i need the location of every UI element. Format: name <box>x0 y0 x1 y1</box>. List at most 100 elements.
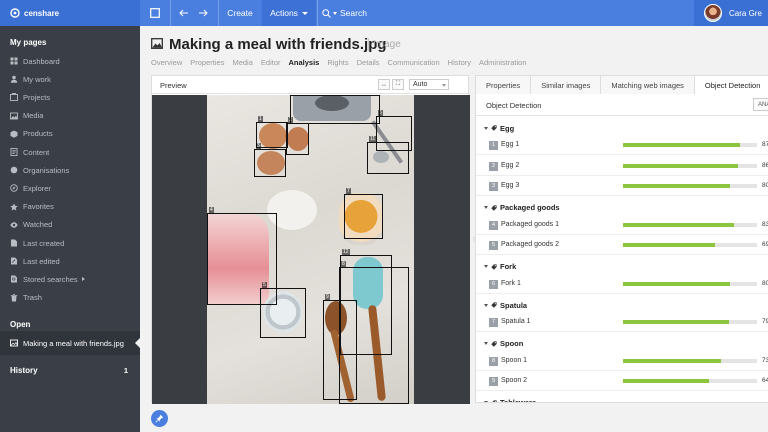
detection-row[interactable]: 6Fork 1 80 <box>476 274 768 294</box>
detection-group[interactable]: Spatula <box>484 299 527 311</box>
detection-box[interactable]: 5 <box>260 282 306 338</box>
sidebar-item-media[interactable]: Media <box>10 110 43 122</box>
detection-box[interactable]: 2 <box>286 117 309 155</box>
sidebar-item-content[interactable]: Content <box>10 146 49 158</box>
detection-row[interactable]: 8Spoon 1 73 <box>476 351 768 371</box>
sidebar-item-stored-searches[interactable]: Stored searches <box>10 273 85 285</box>
detection-box-label: 5 <box>262 282 267 288</box>
subnav-details[interactable]: Details <box>357 58 380 67</box>
subnav-analysis[interactable]: Analysis <box>288 58 319 67</box>
page-title: Making a meal with friends.jpg <box>169 36 387 53</box>
confidence-bar <box>623 243 757 247</box>
detection-row[interactable]: 3Egg 3 80 <box>476 176 768 196</box>
sidebar-open-item-label[interactable]: Making a meal with friends.jpg <box>10 337 124 349</box>
subnav-properties[interactable]: Properties <box>190 58 224 67</box>
detection-row[interactable]: 1Egg 1 87 <box>476 135 768 155</box>
sidebar-item-favorites[interactable]: Favorites <box>10 201 54 213</box>
detection-box-label: 7 <box>346 188 351 194</box>
confidence-value: 83 <box>762 220 768 228</box>
eye-icon <box>10 221 18 229</box>
confidence-fill <box>623 143 740 147</box>
subnav-media[interactable]: Media <box>232 58 252 67</box>
projects-icon <box>10 93 18 102</box>
tab-object-detection[interactable]: Object Detection <box>694 76 768 94</box>
sidebar-item-label: My work <box>23 74 51 84</box>
detection-box[interactable]: 10 <box>290 95 380 124</box>
subnav-history[interactable]: History <box>448 58 471 67</box>
analyze-button[interactable]: ANA <box>753 98 768 111</box>
toggle-panel-button[interactable] <box>140 0 170 26</box>
detection-group[interactable]: Packaged goods <box>484 202 560 214</box>
search-button[interactable]: Search <box>322 0 374 26</box>
detection-box-label: 9 <box>325 294 330 300</box>
detection-box[interactable]: 11 <box>367 136 409 174</box>
user-menu[interactable]: Cara Gre <box>694 0 768 26</box>
subnav-communication[interactable]: Communication <box>388 58 440 67</box>
history-count: 1 <box>123 366 128 375</box>
confidence-fill <box>623 320 729 324</box>
products-icon <box>10 130 18 138</box>
media-icon <box>10 112 18 120</box>
trash-icon <box>10 293 18 302</box>
pin-button[interactable] <box>151 410 168 427</box>
sidebar-item-my-work[interactable]: My work <box>10 73 51 85</box>
subnav-rights[interactable]: Rights <box>327 58 348 67</box>
sidebar-item-last-edited[interactable]: Last edited <box>10 255 60 267</box>
confidence-bar <box>623 320 757 324</box>
tag-icon <box>491 125 497 131</box>
subnav-overview[interactable]: Overview <box>151 58 182 67</box>
detection-row[interactable]: 7Spatula 1 79 <box>476 312 768 332</box>
subnav-editor[interactable]: Editor <box>261 58 281 67</box>
sidebar-item-last-created[interactable]: Last created <box>10 237 64 249</box>
sidebar-item-dashboard[interactable]: Dashboard <box>10 55 60 67</box>
history-heading[interactable]: History <box>10 366 38 375</box>
group-name: Spatula <box>500 300 528 310</box>
zoom-select[interactable]: Auto <box>409 79 449 90</box>
sidebar-item-explorer[interactable]: Explorer <box>10 182 51 194</box>
sidebar-item-products[interactable]: Products <box>10 128 53 140</box>
detection-box-label: 1 <box>258 116 263 122</box>
fit-width-button[interactable]: ↔ <box>378 79 390 90</box>
my-pages-heading: My pages <box>10 38 47 47</box>
sidebar-item-watched[interactable]: Watched <box>10 219 52 231</box>
confidence-value: 80 <box>762 182 768 189</box>
detection-group[interactable]: Fork <box>484 261 516 273</box>
star-icon <box>10 202 18 211</box>
panel-icon <box>150 8 160 18</box>
fullscreen-button[interactable]: ⛶ <box>392 79 404 90</box>
forward-button[interactable] <box>194 0 212 26</box>
brand-logo[interactable]: censhare <box>0 0 140 26</box>
detection-box[interactable]: 7 <box>344 188 383 239</box>
confidence-fill <box>623 358 721 363</box>
detection-name: Packaged goods 2 <box>501 241 559 248</box>
sidebar: My pages Dashboard My work Projects Media Pr… <box>0 26 140 432</box>
sidebar-item-projects[interactable]: Projects <box>10 91 50 103</box>
resize-handle[interactable]: ⋮ <box>471 236 477 243</box>
confidence-fill <box>623 163 739 168</box>
detection-group[interactable]: Egg <box>484 122 514 134</box>
detection-box[interactable]: 12 <box>340 249 392 355</box>
detection-box[interactable]: 1 <box>256 116 288 148</box>
detection-row[interactable]: 9Spoon 2 64 <box>476 371 768 391</box>
back-button[interactable] <box>175 0 193 26</box>
document-icon <box>10 239 18 247</box>
sidebar-item-organisations[interactable]: Organisations <box>10 164 69 176</box>
tab-matching-web-images[interactable]: Matching web images <box>601 76 695 94</box>
sidebar-item-label: Organisations <box>23 165 70 175</box>
detection-group[interactable]: Spoon <box>484 338 523 350</box>
detection-row[interactable]: 4Packaged goods 1 83 <box>476 215 768 235</box>
detection-box[interactable]: 3 <box>254 143 286 177</box>
fit-width-icon: ↔ <box>381 81 387 88</box>
tab-properties[interactable]: Properties <box>476 76 532 94</box>
detection-row[interactable]: 5Packaged goods 2 69 <box>476 235 768 255</box>
detection-row[interactable]: 2Egg 2 86 <box>476 156 768 176</box>
subnav-administration[interactable]: Administration <box>479 58 527 67</box>
create-button[interactable]: Create <box>219 0 261 26</box>
detection-index: 1 <box>489 141 498 150</box>
tab-similar-images[interactable]: Similar images <box>531 76 602 94</box>
actions-button[interactable]: Actions <box>262 0 316 26</box>
detection-group[interactable]: Tableware <box>484 397 536 402</box>
preview-canvas[interactable]: 123456789101112 <box>152 95 470 404</box>
sidebar-item-trash[interactable]: Trash <box>10 292 42 304</box>
sidebar-item-label: Dashboard <box>23 56 60 66</box>
